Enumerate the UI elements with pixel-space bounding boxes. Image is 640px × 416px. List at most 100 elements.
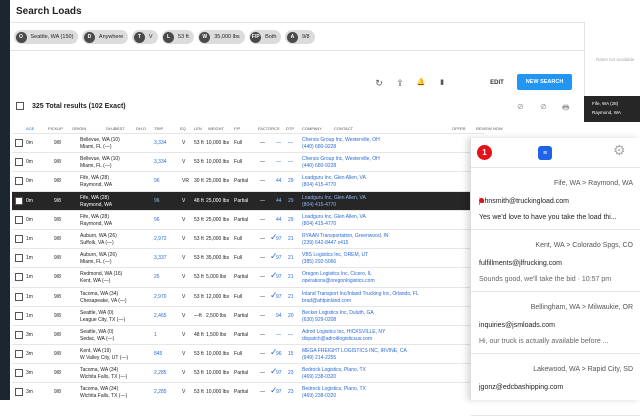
table-row[interactable]: 3m 9/8 Tacoma, WA (34) Wichita Falls, TX (—… xyxy=(12,382,484,401)
row-checkbox[interactable] xyxy=(15,196,23,205)
filter-chip[interactable]: W 35,000 lbs xyxy=(197,30,245,44)
row-trip: 3,337 xyxy=(154,255,167,262)
verified-check-icon: ✓ xyxy=(270,347,278,358)
row-checkbox[interactable] xyxy=(15,139,23,147)
row-checkbox[interactable] xyxy=(15,177,23,186)
row-contact: brad@ahtpinland.com xyxy=(302,297,351,304)
row-length: —ft xyxy=(194,312,202,319)
row-factor: — xyxy=(260,235,265,242)
row-checkbox[interactable] xyxy=(15,158,23,167)
row-dtp: 29 xyxy=(288,197,294,204)
row-dest: Miami, FL (—) xyxy=(80,163,112,170)
row-length: 53 ft xyxy=(194,370,204,377)
messages-panel: 1 ≡ ⚙ Fife, WA > Raymond, WA johnsmith@tr… xyxy=(470,138,640,416)
col-len[interactable]: LEN xyxy=(194,126,202,131)
row-factor: — xyxy=(260,159,265,166)
filter-chip[interactable]: TV xyxy=(132,30,158,44)
block-icon[interactable]: ⊘ xyxy=(540,102,547,111)
row-checkbox[interactable] xyxy=(15,215,23,224)
table-row[interactable]: 0m 9/8 Fife, WA (28) Raymond, WA 96 VR 30 ft 25… xyxy=(12,171,484,190)
col-cs[interactable]: CS xyxy=(274,126,280,131)
refresh-icon[interactable]: ↻ xyxy=(373,78,385,89)
filter-chip[interactable]: D Anywhere xyxy=(82,30,129,44)
notification-badge[interactable]: 1 xyxy=(477,145,492,160)
row-age: 0m xyxy=(26,216,33,223)
export-icon[interactable]: ⇪ xyxy=(394,78,406,89)
table-row[interactable]: 1m 9/8 Auburn, WA (26) Suffolk, VA (—) 2,972… xyxy=(12,228,484,248)
col-f-p[interactable]: F/P xyxy=(234,126,240,131)
table-row[interactable]: 1m 9/8 Tacoma, WA (34) Chesapeake, VA (—) 2,… xyxy=(12,286,484,306)
message-email-text: inquiries@jsmloads.com xyxy=(479,322,555,329)
col-eq[interactable]: EQ xyxy=(180,126,186,131)
filter-chip[interactable]: F/P Both xyxy=(248,30,282,44)
row-age: 3m xyxy=(26,351,33,358)
edit-button[interactable]: EDIT xyxy=(484,76,510,89)
row-checkbox[interactable] xyxy=(15,234,23,243)
row-dest: Suffolk, VA (—) xyxy=(80,239,114,246)
row-origin: Bellevue, WA (10) xyxy=(80,137,120,143)
col-company[interactable]: COMPANY xyxy=(302,126,322,131)
col-trip[interactable]: TRIP xyxy=(154,126,163,131)
row-checkbox[interactable] xyxy=(15,369,23,378)
col-age[interactable]: AGE xyxy=(26,126,34,131)
row-origin: Tacoma, WA (34) xyxy=(80,367,119,374)
row-eq: V xyxy=(182,293,186,300)
page-title: Search Loads xyxy=(16,6,82,17)
gear-icon[interactable]: ⚙ xyxy=(613,142,626,159)
col-contact[interactable]: CONTACT xyxy=(334,126,353,131)
message-item[interactable]: Lakewood, WA > Rapid City, SD jgonz@edcba… xyxy=(471,354,640,416)
row-checkbox[interactable] xyxy=(15,388,23,397)
row-checkbox[interactable] xyxy=(15,254,23,263)
print-icon[interactable]: 🖶 xyxy=(562,102,570,116)
row-trip: 3,334 xyxy=(154,159,167,166)
col-weight[interactable]: WEIGHT xyxy=(208,126,224,131)
col-factor[interactable]: FACTOR xyxy=(258,126,274,131)
hide-icon[interactable]: ⊘ xyxy=(517,102,524,111)
filter-chip[interactable]: L 53 ft xyxy=(161,30,194,44)
table-row[interactable]: 1m 9/8 Seattle, WA (0) League City, TX (—) 2… xyxy=(12,305,484,325)
filter-value: 35,000 lbs xyxy=(214,34,240,40)
col-dh-d[interactable]: DH-D xyxy=(136,126,146,131)
verified-check-icon: ✓ xyxy=(270,385,278,396)
col-dtp[interactable]: DTP xyxy=(286,126,294,131)
row-checkbox[interactable] xyxy=(15,311,23,320)
message-item[interactable]: Kent, WA > Colorado Spgs, CO fulfillments… xyxy=(471,230,640,292)
table-row[interactable]: 0m 9/8 Fife, WA (28) Raymond, WA 96 V 53 ft 25,… xyxy=(12,209,484,229)
row-checkbox[interactable] xyxy=(15,350,23,359)
row-checkbox[interactable] xyxy=(15,273,23,282)
col-origin[interactable]: ORIGIN xyxy=(72,126,86,131)
table-row[interactable]: 3m 9/8 Kent, WA (19) W Valley City, UT (—) 8… xyxy=(12,344,484,363)
panel-toolbar: 1 ≡ ⚙ xyxy=(471,138,640,168)
table-row[interactable]: 0m 9/8 Fife, WA (28) Raymond, WA 96 V 48 ft 25,… xyxy=(12,190,484,210)
row-trip: 96 xyxy=(154,178,160,185)
row-dest: Chesapeake, VA (—) xyxy=(80,297,127,304)
chat-icon[interactable]: ≡ xyxy=(538,146,552,160)
row-weight: 12,000 lbs xyxy=(206,293,230,300)
row-dest: Kent, WA (—) xyxy=(80,278,111,285)
row-dtp: 29 xyxy=(288,216,294,223)
table-row[interactable]: 0m 9/8 Bellevue, WA (10) Miami, FL (—) 3,334… xyxy=(12,133,484,152)
new-search-button[interactable]: NEW SEARCH xyxy=(517,74,572,90)
row-dest: W Valley City, UT (—) xyxy=(80,355,129,362)
table-row[interactable]: 1m 9/8 Auburn, WA (26) Miami, FL (—) 3,337 V 5… xyxy=(12,248,484,267)
row-eq: V xyxy=(182,159,186,166)
row-origin: Auburn, WA (26) xyxy=(80,252,117,259)
table-header: AGE PICKUP ORIGIN DH-O DEST DH-D TRIP EQ LEN WEIG… xyxy=(12,124,484,133)
col-pickup[interactable]: PICKUP xyxy=(48,126,63,131)
filter-chip[interactable]: A 9/8 xyxy=(285,30,315,44)
table-row[interactable]: 1m 9/8 Redmond, WA (16) Kent, WA (—) 25 V 53 f… xyxy=(12,267,484,286)
col-dest[interactable]: DEST xyxy=(114,126,125,131)
row-checkbox[interactable] xyxy=(15,292,23,301)
message-item[interactable]: Bellingham, WA > Milwaukie, OR inquiries@… xyxy=(471,292,640,354)
table-row[interactable]: 0m 9/8 Bellevue, WA (10) Miami, FL (—) 3,334… xyxy=(12,152,484,171)
select-all-checkbox[interactable] xyxy=(16,102,24,110)
bookmark-icon[interactable]: ▮ xyxy=(436,78,448,86)
bell-icon[interactable]: 🔔 xyxy=(415,78,427,86)
filter-chip[interactable]: O Seattle, WA (150) xyxy=(14,30,79,44)
table-row[interactable]: 3m 9/8 Seattle, WA (0) Sedac, WA (—) 1 V 48 ft… xyxy=(12,324,484,344)
table-row[interactable]: 3m 9/8 Tacoma, WA (34) Wichita Falls, TX (—… xyxy=(12,363,484,382)
row-age: 3m xyxy=(26,389,33,396)
row-checkbox[interactable] xyxy=(15,330,23,339)
message-item[interactable]: Fife, WA > Raymond, WA johnsmith@trucking… xyxy=(471,168,640,230)
row-eq: V xyxy=(182,331,186,338)
